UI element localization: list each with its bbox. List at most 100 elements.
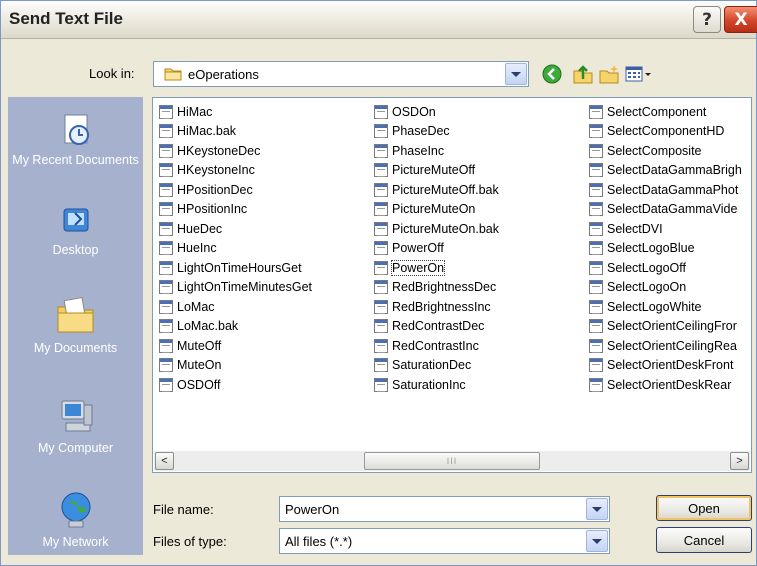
file-item[interactable]: HPositionDec [159, 180, 369, 200]
scroll-thumb[interactable]: III [364, 452, 540, 470]
text-file-icon [159, 299, 173, 314]
file-item[interactable]: SelectDataGammaBrigh [589, 161, 751, 181]
place-desktop[interactable]: Desktop [8, 205, 143, 258]
place-my-network[interactable]: My Network [8, 489, 143, 550]
file-item[interactable]: SelectDataGammaPhot [589, 180, 751, 200]
scroll-right-button[interactable]: > [730, 452, 749, 470]
file-name: PowerOn [390, 259, 446, 276]
recent-documents-icon [64, 114, 89, 145]
file-item[interactable]: PictureMuteOn [374, 200, 584, 220]
file-item[interactable]: SelectLogoOff [589, 258, 751, 278]
file-name: OSDOn [392, 104, 436, 119]
file-item[interactable]: HKeystoneInc [159, 161, 369, 181]
text-file-icon [374, 319, 388, 334]
file-item[interactable]: PowerOff [374, 239, 584, 259]
file-item[interactable]: LoMac.bak [159, 317, 369, 337]
up-folder-icon[interactable] [572, 63, 594, 85]
file-item[interactable]: SelectOrientDeskRear [589, 375, 751, 395]
file-item[interactable]: OSDOff [159, 375, 369, 395]
files-of-type-dropdown-button[interactable] [586, 530, 608, 552]
files-of-type-dropdown[interactable]: All files (*.*) [279, 528, 610, 554]
place-my-recent-documents[interactable]: My Recent Documents [8, 111, 143, 168]
text-file-icon [589, 124, 603, 139]
my-network-icon [61, 492, 90, 528]
file-item[interactable]: SaturationDec [374, 356, 584, 376]
text-file-icon [589, 182, 603, 197]
text-file-icon [159, 124, 173, 139]
text-file-icon [589, 202, 603, 217]
file-item[interactable]: LightOnTimeHoursGet [159, 258, 369, 278]
file-list[interactable]: HiMac HiMac.bak HKeystoneDec HKeystoneInc HP… [152, 97, 752, 473]
file-name: HueInc [177, 241, 217, 256]
file-item[interactable]: HiMac.bak [159, 122, 369, 142]
file-name: SelectOrientCeilingRea [607, 338, 737, 353]
file-name: HKeystoneDec [177, 143, 261, 158]
file-item[interactable]: LightOnTimeMinutesGet [159, 278, 369, 298]
file-item[interactable]: OSDOn [374, 102, 584, 122]
file-name: LightOnTimeMinutesGet [177, 280, 313, 295]
file-item[interactable]: HueInc [159, 239, 369, 259]
place-label: My Documents [33, 341, 118, 355]
file-item[interactable]: SelectOrientDeskFront [589, 356, 751, 376]
text-file-icon [159, 377, 173, 392]
back-icon[interactable] [541, 63, 563, 85]
file-name-dropdown-button[interactable] [586, 498, 608, 520]
file-item[interactable]: SelectDataGammaVide [589, 200, 751, 220]
file-item[interactable]: SelectComponentHD [589, 122, 751, 142]
scroll-left-button[interactable]: < [155, 452, 174, 470]
file-item[interactable]: HueDec [159, 219, 369, 239]
file-item[interactable]: SelectComposite [589, 141, 751, 161]
text-file-icon [589, 280, 603, 295]
chevron-down-icon [592, 538, 602, 544]
file-item[interactable]: RedContrastInc [374, 336, 584, 356]
look-in-dropdown-button[interactable] [505, 63, 527, 85]
my-documents-icon [57, 297, 93, 333]
file-name: HPositionInc [177, 202, 248, 217]
file-item[interactable]: RedBrightnessInc [374, 297, 584, 317]
horizontal-scrollbar[interactable]: < III > [154, 451, 750, 471]
file-item[interactable]: SelectLogoBlue [589, 239, 751, 259]
close-button[interactable]: X [724, 6, 757, 33]
file-item[interactable]: PowerOn [374, 258, 584, 278]
text-file-icon [374, 358, 388, 373]
file-item[interactable]: MuteOff [159, 336, 369, 356]
file-item[interactable]: RedBrightnessDec [374, 278, 584, 298]
file-item[interactable]: PictureMuteOff [374, 161, 584, 181]
title-bar[interactable]: Send Text File ? X [1, 1, 757, 39]
look-in-label: Look in: [89, 66, 135, 81]
file-item[interactable]: RedContrastDec [374, 317, 584, 337]
look-in-dropdown[interactable]: eOperations [153, 61, 529, 87]
cancel-button[interactable]: Cancel [656, 527, 752, 553]
view-menu-icon[interactable] [624, 63, 654, 85]
file-item[interactable]: PhaseDec [374, 122, 584, 142]
chevron-down-icon [511, 71, 521, 77]
file-name: PictureMuteOff.bak [392, 182, 499, 197]
file-item[interactable]: MuteOn [159, 356, 369, 376]
file-item[interactable]: PictureMuteOff.bak [374, 180, 584, 200]
new-folder-icon[interactable] [598, 63, 620, 85]
place-my-documents[interactable]: My Documents [8, 293, 143, 356]
file-item[interactable]: SelectLogoOn [589, 278, 751, 298]
text-file-icon [374, 143, 388, 158]
file-item[interactable]: SelectOrientCeilingRea [589, 336, 751, 356]
file-name: HiMac [177, 104, 213, 119]
text-file-icon [374, 260, 388, 275]
file-item[interactable]: PhaseInc [374, 141, 584, 161]
open-button[interactable]: Open [656, 495, 752, 521]
file-item[interactable]: PictureMuteOn.bak [374, 219, 584, 239]
file-item[interactable]: HiMac [159, 102, 369, 122]
help-button[interactable]: ? [693, 6, 721, 33]
file-item[interactable]: SelectLogoWhite [589, 297, 751, 317]
file-item[interactable]: SelectOrientCeilingFror [589, 317, 751, 337]
file-item[interactable]: SelectDVI [589, 219, 751, 239]
file-item[interactable]: SaturationInc [374, 375, 584, 395]
file-name: RedContrastInc [392, 338, 479, 353]
place-label: My Recent Documents [12, 153, 139, 167]
file-item[interactable]: HKeystoneDec [159, 141, 369, 161]
file-item[interactable]: HPositionInc [159, 200, 369, 220]
file-name: SelectOrientDeskRear [607, 377, 732, 392]
place-my-computer[interactable]: My Computer [8, 397, 143, 456]
file-item[interactable]: LoMac [159, 297, 369, 317]
file-name-input[interactable]: PowerOn [279, 496, 610, 522]
file-item[interactable]: SelectComponent [589, 102, 751, 122]
